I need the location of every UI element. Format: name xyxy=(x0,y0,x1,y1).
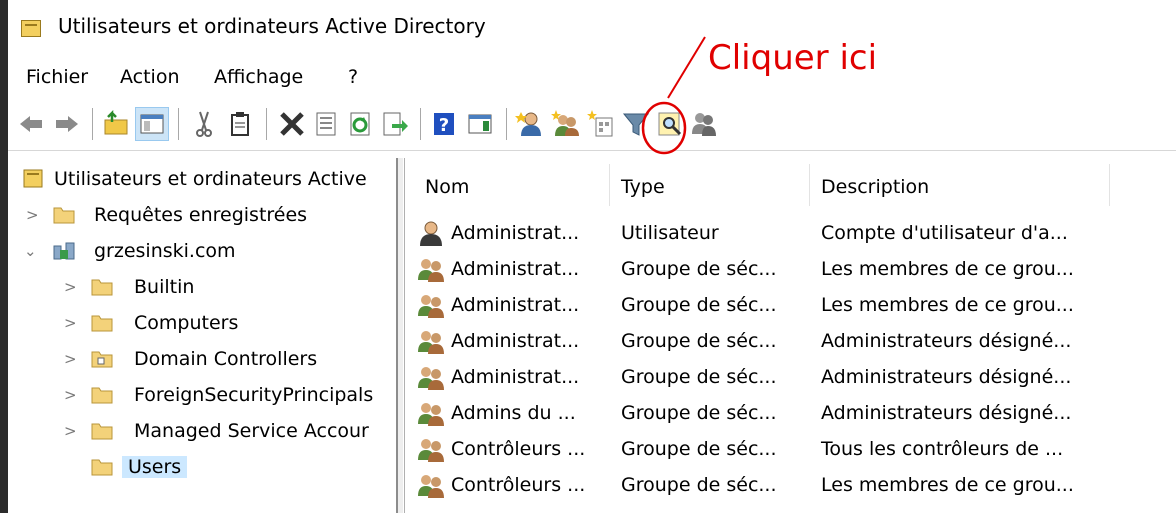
results-list: Nom Type Description Administrat... Util… xyxy=(404,158,1176,513)
toolbar: ? xyxy=(8,98,1176,151)
active-directory-icon xyxy=(21,20,41,37)
group-icon xyxy=(417,400,445,426)
group-icon xyxy=(417,328,445,354)
console-tree: Utilisateurs et ordinateurs Active > Req… xyxy=(8,158,398,513)
forward-arrow-icon[interactable] xyxy=(50,108,82,140)
menu-help[interactable]: ? xyxy=(348,66,358,88)
list-item[interactable]: Administrat... Groupe de séc... Administ… xyxy=(405,324,1176,360)
chevron-right-icon[interactable]: > xyxy=(26,206,39,224)
tree-item-computers[interactable]: > Computers xyxy=(8,308,396,342)
chevron-right-icon[interactable]: > xyxy=(64,314,77,332)
list-item[interactable]: Administrat... Groupe de séc... Administ… xyxy=(405,360,1176,396)
chevron-right-icon[interactable]: > xyxy=(64,350,77,368)
list-item[interactable]: Administrat... Utilisateur Compte d'util… xyxy=(405,216,1176,252)
svg-text:?: ? xyxy=(439,115,449,136)
list-item[interactable]: Administrat... Groupe de séc... Les memb… xyxy=(405,252,1176,288)
back-arrow-icon[interactable] xyxy=(16,108,48,140)
tree-item-label: Computers xyxy=(134,312,239,334)
pane-splitter[interactable] xyxy=(398,158,403,513)
menu-fichier[interactable]: Fichier xyxy=(26,66,88,88)
new-group-icon[interactable] xyxy=(550,108,582,140)
domain-icon xyxy=(52,240,76,262)
title-bar: Utilisateurs et ordinateurs Active Direc… xyxy=(8,0,1176,56)
ou-folder-icon xyxy=(90,348,114,370)
list-item[interactable]: Contrôleurs ... Groupe de séc... Les mem… xyxy=(405,468,1176,504)
tree-root-label: Utilisateurs et ordinateurs Active xyxy=(54,168,367,190)
folder-icon xyxy=(90,384,114,406)
tree-item-managed-service-accounts[interactable]: > Managed Service Accour xyxy=(8,416,396,450)
new-ou-icon[interactable] xyxy=(586,108,618,140)
list-item[interactable]: Contrôleurs ... Groupe de séc... Tous le… xyxy=(405,432,1176,468)
menu-affichage[interactable]: Affichage xyxy=(214,66,303,88)
folder-icon xyxy=(90,420,114,442)
tree-item-label: Requêtes enregistrées xyxy=(94,204,308,226)
group-icon xyxy=(417,256,445,282)
folder-icon xyxy=(90,276,114,298)
app-window: Utilisateurs et ordinateurs Active Direc… xyxy=(8,0,1176,513)
active-directory-icon xyxy=(22,168,46,190)
column-header-description[interactable]: Description xyxy=(821,176,929,198)
menu-action[interactable]: Action xyxy=(120,66,180,88)
tree-item-label: Builtin xyxy=(134,276,195,298)
list-item[interactable]: Admins du ... Groupe de séc... Administr… xyxy=(405,396,1176,432)
help-icon[interactable]: ? xyxy=(428,108,460,140)
menu-bar: Fichier Action Affichage ? xyxy=(8,58,1176,94)
folder-icon xyxy=(90,312,114,334)
group-icon xyxy=(417,436,445,462)
add-to-group-icon[interactable] xyxy=(688,108,720,140)
annotation-cliquer-ici: Cliquer ici xyxy=(708,38,878,78)
tree-item-saved-queries[interactable]: > Requêtes enregistrées xyxy=(8,200,396,234)
chevron-right-icon[interactable]: > xyxy=(64,386,77,404)
tree-item-builtin[interactable]: > Builtin xyxy=(8,272,396,306)
tree-item-label: grzesinski.com xyxy=(94,240,236,262)
group-icon xyxy=(417,364,445,390)
chevron-down-icon[interactable]: ⌄ xyxy=(24,242,37,260)
properties-icon[interactable] xyxy=(310,108,342,140)
tree-item-users[interactable]: Users xyxy=(8,452,396,486)
tree-item-label: Managed Service Accour xyxy=(134,420,369,442)
tree-item-domain-controllers[interactable]: > Domain Controllers xyxy=(8,344,396,378)
tree-root[interactable]: Utilisateurs et ordinateurs Active xyxy=(8,164,396,198)
find-icon[interactable] xyxy=(654,108,686,140)
up-folder-icon[interactable] xyxy=(100,108,132,140)
tree-item-label: Users xyxy=(122,456,188,478)
group-icon xyxy=(417,472,445,498)
tree-item-foreign-security-principals[interactable]: > ForeignSecurityPrincipals xyxy=(8,380,396,414)
tree-item-label: ForeignSecurityPrincipals xyxy=(134,384,374,406)
refresh-icon[interactable] xyxy=(344,108,376,140)
action-pane-icon[interactable] xyxy=(464,108,496,140)
list-item[interactable]: Administrat... Groupe de séc... Les memb… xyxy=(405,288,1176,324)
tree-item-label: Domain Controllers xyxy=(134,348,318,370)
user-icon xyxy=(417,220,445,246)
window-title: Utilisateurs et ordinateurs Active Direc… xyxy=(58,14,486,38)
column-header-type[interactable]: Type xyxy=(621,176,665,198)
export-list-icon[interactable] xyxy=(378,108,410,140)
tree-item-domain[interactable]: ⌄ grzesinski.com xyxy=(8,236,396,270)
folder-icon xyxy=(90,456,114,478)
cut-icon[interactable] xyxy=(188,108,220,140)
delete-icon[interactable] xyxy=(276,108,308,140)
chevron-right-icon[interactable]: > xyxy=(64,278,77,296)
show-tree-icon[interactable] xyxy=(135,107,169,141)
folder-icon xyxy=(52,204,76,226)
chevron-right-icon[interactable]: > xyxy=(64,422,77,440)
column-header-nom[interactable]: Nom xyxy=(425,176,469,198)
group-icon xyxy=(417,292,445,318)
new-user-icon[interactable] xyxy=(514,108,546,140)
paste-icon[interactable] xyxy=(224,108,256,140)
filter-icon[interactable] xyxy=(620,108,652,140)
